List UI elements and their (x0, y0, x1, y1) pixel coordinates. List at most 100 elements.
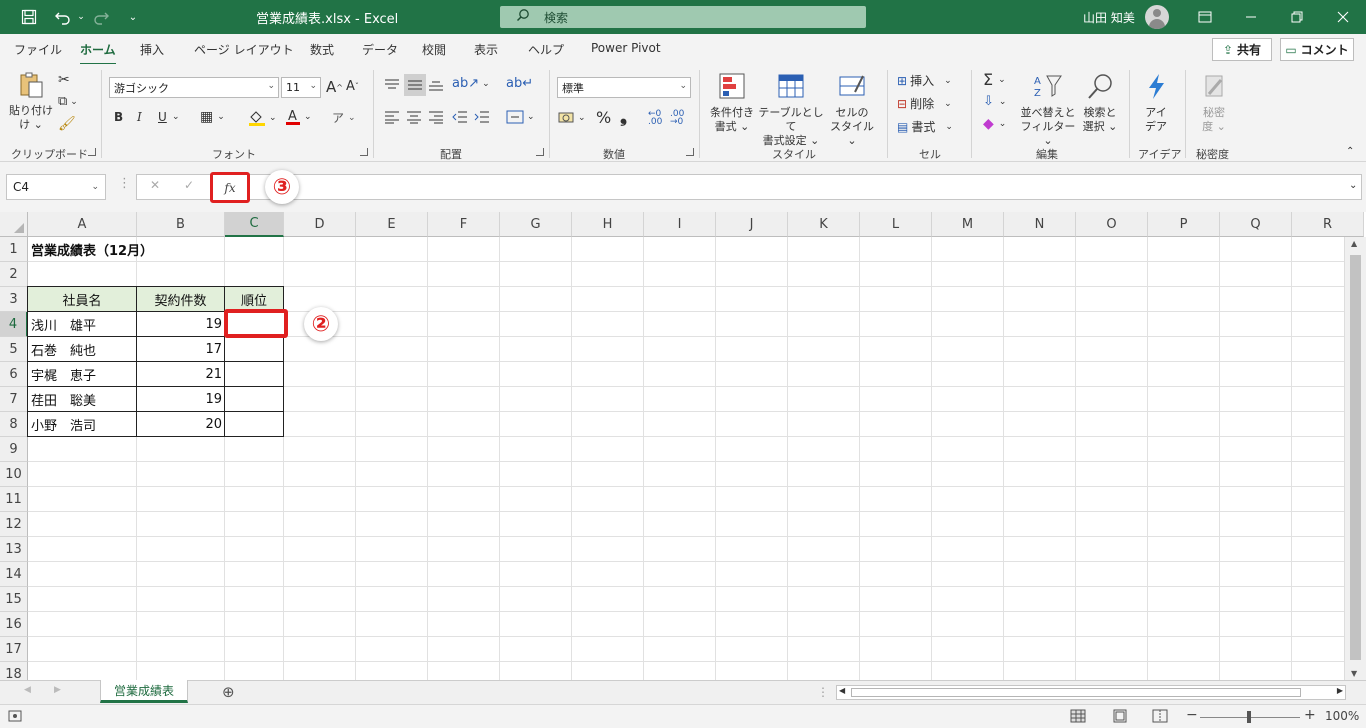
column-header-i[interactable]: I (644, 212, 716, 237)
user-name[interactable]: 山田 知美 (1083, 9, 1135, 26)
undo-icon[interactable] (48, 0, 78, 34)
align-right-icon[interactable] (428, 110, 444, 124)
increase-decimal-icon[interactable]: ←0.00 (648, 110, 662, 127)
fill-icon[interactable]: ⇩ ⌄ (983, 94, 1006, 109)
undo-dropdown-icon[interactable]: ⌄ (76, 0, 86, 34)
row-header-6[interactable]: 6 (0, 362, 28, 387)
scroll-down-icon[interactable]: ▼ (1351, 669, 1357, 678)
shrink-font-icon[interactable]: Aˇ (346, 79, 359, 94)
scroll-right-icon[interactable]: ▶ (1337, 686, 1343, 695)
tab-file[interactable]: ファイル (14, 41, 62, 58)
zoom-level[interactable]: 100% (1325, 709, 1359, 723)
row-header-5[interactable]: 5 (0, 337, 28, 362)
row-header-10[interactable]: 10 (0, 462, 28, 487)
column-header-c[interactable]: C (225, 212, 284, 237)
rank-cell[interactable] (225, 362, 283, 387)
save-icon[interactable] (14, 0, 44, 34)
format-painter-icon[interactable]: 🖌 (58, 116, 76, 132)
column-header-f[interactable]: F (428, 212, 500, 237)
row-header-7[interactable]: 7 (0, 387, 28, 412)
underline-button[interactable]: U (158, 110, 167, 124)
name-box[interactable]: C4 ⌄ (6, 174, 106, 200)
rank-cell[interactable] (225, 387, 283, 412)
avatar[interactable] (1145, 5, 1169, 29)
comment-button[interactable]: ▭ コメント (1280, 38, 1354, 61)
phonetic-icon[interactable]: ア ⌄ (332, 109, 356, 126)
row-header-8[interactable]: 8 (0, 412, 28, 437)
selected-cell-c4[interactable] (224, 309, 288, 338)
number-format-select[interactable]: 標準 ⌄ (557, 77, 691, 98)
conditional-formatting-button[interactable]: 条件付き 書式 ⌄ (706, 72, 758, 134)
table-header-cell[interactable]: 社員名 (28, 287, 136, 312)
percent-style-button[interactable]: % (596, 108, 611, 127)
redo-icon[interactable] (86, 0, 116, 34)
name-cell[interactable]: 浅川 雄平 (28, 312, 136, 337)
sort-filter-button[interactable]: AZ 並べ替えと フィルター ⌄ (1018, 72, 1078, 148)
page-layout-view-icon[interactable] (1112, 709, 1128, 726)
worksheet-grid[interactable]: A B C D E F G H I J K L M N O P Q R 1 2 3 4 5 6 7 8 9 10 11 12 13 14 15 1… (0, 212, 1366, 680)
row-header-13[interactable]: 13 (0, 537, 28, 562)
column-header-r[interactable]: R (1292, 212, 1364, 237)
column-header-g[interactable]: G (500, 212, 572, 237)
column-header-n[interactable]: N (1004, 212, 1076, 237)
formula-input[interactable] (136, 174, 1362, 200)
prev-sheet-icon[interactable]: ◀ (24, 685, 31, 695)
column-header-l[interactable]: L (860, 212, 932, 237)
customize-qat-icon[interactable]: ⌄ (124, 0, 142, 34)
row-header-15[interactable]: 15 (0, 587, 28, 612)
insert-function-button[interactable]: fx (210, 172, 250, 203)
count-cell[interactable]: 19 (137, 312, 224, 337)
share-button[interactable]: ⇪ 共有 (1212, 38, 1272, 61)
font-size-select[interactable]: 11 ⌄ (281, 77, 321, 98)
count-cell[interactable]: 17 (137, 337, 224, 362)
tab-view[interactable]: 表示 (474, 41, 498, 58)
name-cell[interactable]: 荏田 聡美 (28, 387, 136, 412)
table-header-cell[interactable]: 契約件数 (137, 287, 224, 312)
row-header-3[interactable]: 3 (0, 287, 28, 312)
sensitivity-button[interactable]: 秘密 度 ⌄ (1192, 72, 1236, 134)
row-header-18[interactable]: 18 (0, 662, 28, 680)
sheet-tab-sales[interactable]: 営業成績表 (100, 680, 188, 703)
count-cell[interactable]: 19 (137, 387, 224, 412)
number-launcher-icon[interactable] (686, 148, 694, 156)
autosum-icon[interactable]: Σ ⌄ (983, 70, 1006, 89)
select-all-button[interactable] (0, 212, 28, 237)
close-icon[interactable] (1320, 0, 1366, 34)
expand-formula-bar-icon[interactable]: ⌄ (1349, 180, 1357, 191)
find-select-button[interactable]: 検索と 選択 ⌄ (1078, 72, 1122, 134)
row-header-9[interactable]: 9 (0, 437, 28, 462)
row-header-11[interactable]: 11 (0, 487, 28, 512)
ribbon-display-icon[interactable] (1182, 0, 1228, 34)
count-cell[interactable]: 20 (137, 412, 224, 437)
bold-button[interactable]: B (114, 110, 123, 124)
column-header-m[interactable]: M (932, 212, 1004, 237)
column-header-b[interactable]: B (137, 212, 225, 237)
name-cell[interactable]: 石巻 純也 (28, 337, 136, 362)
row-header-16[interactable]: 16 (0, 612, 28, 637)
name-cell[interactable]: 宇梶 恵子 (28, 362, 136, 387)
tab-insert[interactable]: 挿入 (140, 41, 164, 58)
column-header-j[interactable]: J (716, 212, 788, 237)
format-as-table-button[interactable]: テーブルとして 書式設定 ⌄ (758, 72, 824, 148)
tab-formulas[interactable]: 数式 (310, 41, 334, 58)
column-header-e[interactable]: E (356, 212, 428, 237)
add-sheet-icon[interactable]: ⊕ (222, 683, 235, 701)
sheet-title-cell[interactable]: 営業成績表（12月） (28, 237, 278, 262)
borders-icon[interactable]: ▦ ⌄ (200, 109, 225, 125)
row-header-12[interactable]: 12 (0, 512, 28, 537)
row-header-17[interactable]: 17 (0, 637, 28, 662)
macro-record-icon[interactable] (8, 709, 22, 726)
orientation-icon[interactable]: ab↗ ⌄ (452, 76, 490, 91)
cut-icon[interactable]: ✂ (58, 72, 70, 88)
insert-cells-button[interactable]: ⊞ 挿入 ⌄ (897, 72, 952, 89)
decrease-decimal-icon[interactable]: .00 →0 (670, 110, 684, 127)
clear-icon[interactable]: ◆ ⌄ (983, 116, 1006, 132)
tab-data[interactable]: データ (362, 41, 398, 58)
align-left-icon[interactable] (384, 110, 400, 124)
alignment-launcher-icon[interactable] (536, 148, 544, 156)
zoom-slider-thumb[interactable] (1247, 711, 1251, 723)
clipboard-launcher-icon[interactable] (88, 148, 96, 156)
split-handle-icon[interactable]: ⋮ (817, 685, 829, 699)
wrap-text-icon[interactable]: ab↵ (506, 76, 533, 91)
zoom-in-icon[interactable]: + (1304, 707, 1316, 723)
